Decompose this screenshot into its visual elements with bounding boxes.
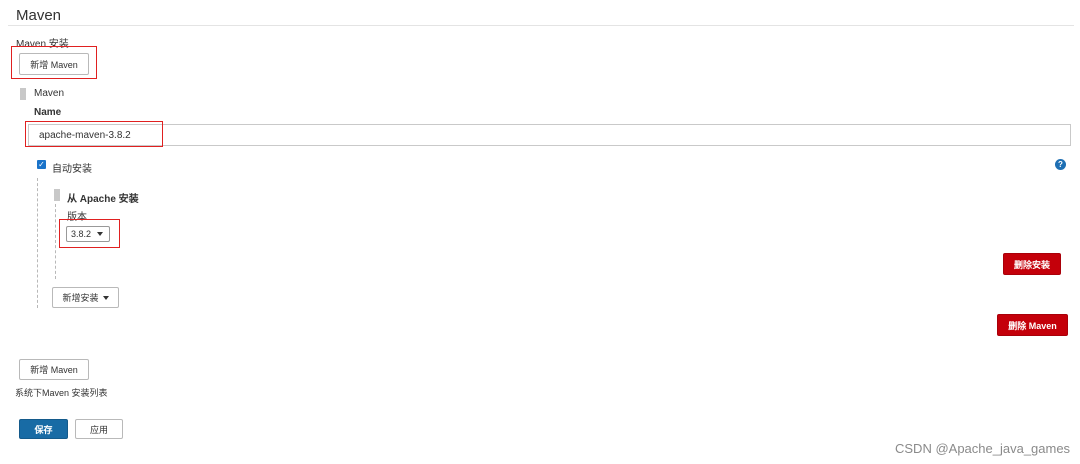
name-label: Name (34, 107, 62, 118)
save-button[interactable]: 保存 (19, 419, 68, 439)
add-installer-button[interactable]: 新增安装 (52, 287, 119, 308)
highlight-box-name (25, 121, 163, 147)
maven-item-title: Maven (34, 88, 65, 99)
add-installer-label: 新增安装 (62, 293, 99, 303)
dropdown-caret-icon (97, 232, 104, 236)
apply-button[interactable]: 应用 (75, 419, 123, 439)
version-select-value: 3.8.2 (71, 229, 92, 239)
delete-maven-button[interactable]: 删除 Maven (997, 314, 1068, 336)
watermark-text: CSDN @Apache_java_games (895, 441, 1071, 456)
add-maven-button-top[interactable]: 新增 Maven (19, 53, 89, 75)
delete-installer-button[interactable]: 删除安装 (1003, 253, 1061, 275)
version-select[interactable]: 3.8.2 (66, 226, 110, 242)
section-title: Maven (16, 7, 62, 24)
name-input[interactable]: apache-maven-3.8.2 (28, 124, 1071, 146)
help-icon[interactable]: ? (1055, 159, 1066, 170)
add-installer-caret-icon (102, 295, 109, 300)
installer-inner-guide (55, 204, 56, 279)
auto-install-label: 自动安装 (52, 164, 92, 175)
installer-drag-handle-icon[interactable] (54, 189, 60, 201)
installer-title: 从 Apache 安装 (67, 194, 139, 205)
section-divider (8, 25, 1074, 26)
add-maven-button-bottom[interactable]: 新增 Maven (19, 359, 89, 380)
installations-list-description: 系统下Maven 安装列表 (15, 388, 108, 398)
drag-handle-icon[interactable] (20, 88, 26, 100)
installer-nesting-guide (37, 178, 38, 308)
checkbox-checked-icon[interactable]: ✓ (37, 160, 46, 169)
